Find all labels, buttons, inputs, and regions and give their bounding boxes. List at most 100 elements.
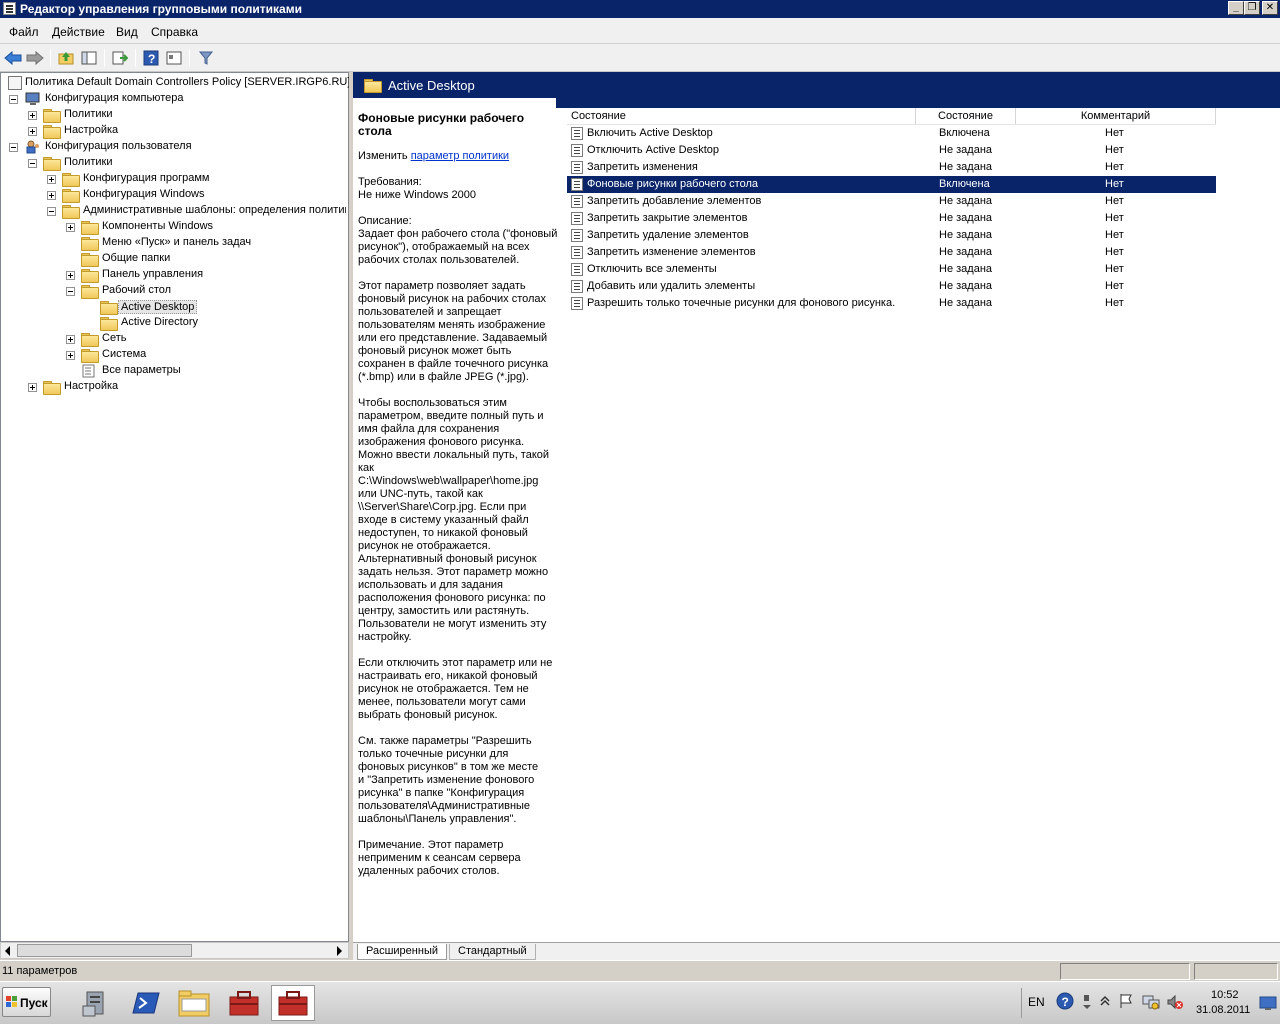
policy-row[interactable]: Запретить изменение элементов Не задана …: [567, 244, 1216, 261]
policy-row[interactable]: Отключить Active Desktop Не задана Нет: [567, 142, 1216, 159]
gpmc-app-icon[interactable]: [271, 985, 315, 1021]
tree-horizontal-scrollbar[interactable]: [0, 942, 349, 959]
expand-icon[interactable]: [66, 351, 75, 360]
tree-item-policies-computer[interactable]: Политики: [1, 107, 346, 123]
properties-icon[interactable]: [164, 48, 184, 68]
tree-item-all-settings[interactable]: Все параметры: [1, 363, 346, 379]
tree-item-active-directory[interactable]: Active Directory: [1, 315, 346, 331]
tree-item-control-panel[interactable]: Панель управления: [1, 267, 346, 283]
policy-row[interactable]: Отключить все элементы Не задана Нет: [567, 261, 1216, 278]
up-folder-icon[interactable]: [56, 48, 76, 68]
expand-icon[interactable]: [28, 111, 37, 120]
expand-icon[interactable]: [66, 271, 75, 280]
filter-icon[interactable]: [196, 48, 216, 68]
collapse-icon[interactable]: [66, 287, 75, 296]
scroll-left-icon[interactable]: [5, 946, 10, 956]
toolbar: ?: [0, 44, 1280, 72]
column-header-setting[interactable]: Состояние: [567, 108, 916, 125]
tree-item-preferences-user[interactable]: Настройка: [1, 379, 346, 395]
policy-row[interactable]: Разрешить только точечные рисунки для фо…: [567, 295, 1216, 312]
back-icon[interactable]: [3, 48, 23, 68]
policy-row[interactable]: Запретить добавление элементов Не задана…: [567, 193, 1216, 210]
column-header-comment[interactable]: Комментарий: [1016, 108, 1216, 125]
clock-time[interactable]: 10:52: [1211, 989, 1239, 1001]
help-icon[interactable]: ?: [141, 48, 161, 68]
folder-icon: [43, 125, 61, 139]
tree-item-windows-settings[interactable]: Конфигурация Windows: [1, 187, 346, 203]
restore-button[interactable]: ❐: [1244, 1, 1260, 15]
edit-policy-link[interactable]: параметр политики: [411, 150, 509, 162]
show-hide-tree-icon[interactable]: [79, 48, 99, 68]
tree-item-computer-config[interactable]: Конфигурация компьютера: [1, 91, 346, 107]
policy-row[interactable]: Добавить или удалить элементы Не задана …: [567, 278, 1216, 295]
toolbox-app-icon[interactable]: [222, 985, 266, 1021]
tree-root[interactable]: Политика Default Domain Controllers Poli…: [1, 75, 350, 91]
server-manager-app-icon[interactable]: [74, 985, 118, 1021]
app-icon: [3, 2, 16, 15]
show-hidden-icons-icon[interactable]: [1099, 993, 1111, 1009]
svg-text:?: ?: [148, 52, 155, 66]
expand-icon[interactable]: [66, 335, 75, 344]
policy-row[interactable]: Запретить удаление элементов Не задана Н…: [567, 227, 1216, 244]
action-center-flag-icon[interactable]: [1118, 993, 1134, 1009]
setting-icon: [571, 212, 583, 225]
collapse-icon[interactable]: [9, 95, 18, 104]
collapse-icon[interactable]: [47, 207, 56, 216]
folder-icon: [100, 301, 118, 315]
expand-icon[interactable]: [28, 383, 37, 392]
clock-date[interactable]: 31.08.2011: [1196, 1004, 1250, 1016]
all-settings-icon: [82, 364, 96, 378]
tree-item-shared-folders[interactable]: Общие папки: [1, 251, 346, 267]
expand-icon[interactable]: [47, 191, 56, 200]
scroll-thumb[interactable]: [17, 944, 192, 957]
close-button[interactable]: ✕: [1262, 1, 1278, 15]
tree-item-system[interactable]: Система: [1, 347, 346, 363]
show-desktop-icon[interactable]: [1259, 994, 1277, 1012]
folder-icon: [43, 381, 61, 395]
policy-row[interactable]: Включить Active Desktop Включена Нет: [567, 125, 1216, 142]
policy-row[interactable]: Запретить закрытие элементов Не задана Н…: [567, 210, 1216, 227]
menu-bar: Файл Действие Вид Справка: [0, 18, 1280, 44]
tab-extended[interactable]: Расширенный: [357, 944, 447, 960]
expand-icon[interactable]: [28, 127, 37, 136]
tree-item-desktop[interactable]: Рабочий стол: [1, 283, 346, 299]
requirements-text: Требования: Не ниже Windows 2000: [358, 176, 477, 201]
folder-icon: [81, 285, 99, 299]
forward-icon[interactable]: [25, 48, 45, 68]
tree-item-start-menu[interactable]: Меню «Пуск» и панель задач: [1, 235, 346, 251]
volume-muted-icon[interactable]: [1166, 993, 1184, 1011]
menu-view[interactable]: Вид: [116, 25, 138, 39]
title-bar: Редактор управления групповыми политикам…: [0, 0, 1280, 18]
policy-row-selected[interactable]: Фоновые рисунки рабочего стола Включена …: [567, 176, 1216, 193]
tree-item-software-settings[interactable]: Конфигурация программ: [1, 171, 346, 187]
tree-item-network[interactable]: Сеть: [1, 331, 346, 347]
help-tray-icon[interactable]: ?: [1056, 992, 1074, 1010]
scroll-right-icon[interactable]: [337, 946, 342, 956]
tree-item-policies-user[interactable]: Политики: [1, 155, 346, 171]
menu-action[interactable]: Действие: [52, 25, 105, 39]
policy-row[interactable]: Запретить изменения Не задана Нет: [567, 159, 1216, 176]
input-options-icon[interactable]: [1082, 993, 1092, 1011]
tree-item-windows-components[interactable]: Компоненты Windows: [1, 219, 346, 235]
collapse-icon[interactable]: [9, 143, 18, 152]
tree-item-admin-templates[interactable]: Административные шаблоны: определения по…: [1, 203, 346, 219]
collapse-icon[interactable]: [28, 159, 37, 168]
export-list-icon[interactable]: [110, 48, 130, 68]
tree-item-user-config[interactable]: Конфигурация пользователя: [1, 139, 346, 155]
explorer-app-icon[interactable]: [172, 985, 216, 1021]
description-p3: Чтобы воспользоваться этим параметром, в…: [358, 397, 550, 643]
powershell-app-icon[interactable]: [124, 985, 168, 1021]
tab-standard[interactable]: Стандартный: [449, 944, 536, 960]
start-button[interactable]: Пуск: [2, 987, 51, 1017]
setting-icon: [571, 127, 583, 140]
language-indicator[interactable]: EN: [1028, 995, 1045, 1009]
tree-item-active-desktop[interactable]: Active Desktop: [1, 299, 346, 315]
expand-icon[interactable]: [47, 175, 56, 184]
column-header-state[interactable]: Состояние: [916, 108, 1016, 125]
menu-file[interactable]: Файл: [9, 25, 39, 39]
network-tray-icon[interactable]: [1142, 993, 1160, 1011]
minimize-button[interactable]: _: [1228, 1, 1244, 15]
expand-icon[interactable]: [66, 223, 75, 232]
tree-item-preferences-computer[interactable]: Настройка: [1, 123, 346, 139]
menu-help[interactable]: Справка: [151, 25, 198, 39]
